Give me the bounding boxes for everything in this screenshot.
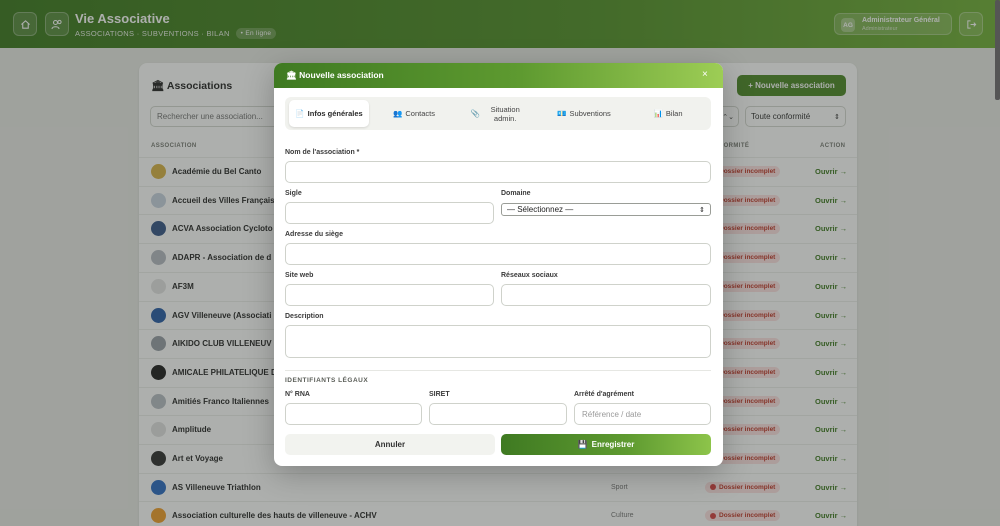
- sigle-label: Sigle: [285, 190, 302, 197]
- dialog-tabs: 📄 Infos générales 👥 Contacts 📎 Situation ad…: [285, 97, 711, 130]
- legal-section-title: IDENTIFIANTS LÉGAUX: [285, 377, 369, 384]
- reseaux-input[interactable]: [501, 284, 711, 306]
- new-association-dialog: 🏛 Nouvelle association × 📄 Infos générale…: [274, 63, 723, 466]
- name-label: Nom de l'association *: [285, 149, 360, 156]
- divider: [285, 370, 711, 371]
- arrete-label: Arrêté d'agrément: [574, 391, 635, 398]
- chart-icon: 📊: [653, 109, 663, 118]
- close-button[interactable]: ×: [702, 69, 708, 81]
- chevron-updown-icon: ⇕: [699, 206, 705, 214]
- building-icon: 🏛: [286, 70, 297, 80]
- floppy-disk-icon: 💾: [577, 440, 588, 449]
- money-icon: 💶: [557, 109, 567, 118]
- page-scrollbar[interactable]: [995, 0, 1000, 100]
- tab-contacts[interactable]: 👥 Contacts: [374, 100, 454, 127]
- adresse-label: Adresse du siège: [285, 231, 343, 238]
- siret-input[interactable]: [429, 403, 567, 425]
- cancel-button[interactable]: Annuler: [285, 434, 495, 455]
- domaine-label: Domaine: [501, 190, 531, 197]
- tab-bilan[interactable]: 📊 Bilan: [629, 100, 707, 127]
- sigle-input[interactable]: [285, 202, 494, 224]
- siret-label: SIRET: [429, 391, 450, 398]
- people-icon: 👥: [393, 109, 403, 118]
- rna-label: N° RNA: [285, 391, 310, 398]
- site-input[interactable]: [285, 284, 494, 306]
- name-input[interactable]: [285, 161, 711, 183]
- tab-situation-admin[interactable]: 📎 Situation admin.: [459, 100, 539, 127]
- dialog-title: 🏛 Nouvelle association: [286, 70, 384, 80]
- reseaux-label: Réseaux sociaux: [501, 272, 558, 279]
- site-label: Site web: [285, 272, 314, 279]
- paperclip-icon: 📎: [470, 109, 481, 118]
- adresse-input[interactable]: [285, 243, 711, 265]
- rna-input[interactable]: [285, 403, 422, 425]
- arrete-input[interactable]: Référence / date: [574, 403, 711, 425]
- description-label: Description: [285, 313, 324, 320]
- tab-infos-generales[interactable]: 📄 Infos générales: [289, 100, 369, 127]
- domaine-select[interactable]: — Sélectionnez — ⇕: [501, 203, 711, 216]
- save-button[interactable]: 💾 Enregistrer: [501, 434, 711, 455]
- document-icon: 📄: [295, 109, 305, 118]
- tab-subventions[interactable]: 💶 Subventions: [544, 100, 624, 127]
- description-textarea[interactable]: [285, 325, 711, 358]
- dialog-header: 🏛 Nouvelle association ×: [274, 63, 723, 88]
